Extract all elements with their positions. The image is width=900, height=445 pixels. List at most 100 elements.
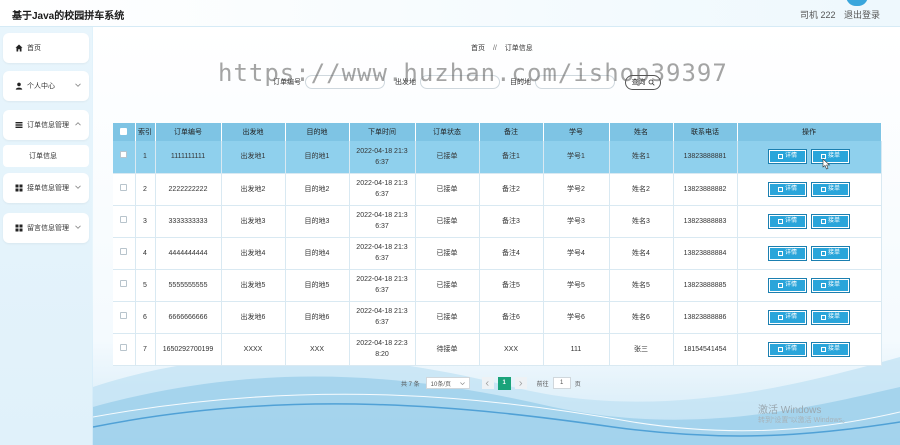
cell-remark: 备注1 <box>479 141 544 174</box>
logout-link[interactable]: 退出登录 <box>844 10 880 20</box>
detail-button[interactable]: 详情 <box>768 309 807 325</box>
row-checkbox[interactable] <box>120 151 128 159</box>
sidebar-item-profile[interactable]: 个人中心 <box>3 71 89 101</box>
detail-button-label: 详情 <box>784 249 797 256</box>
detail-button[interactable]: 详情 <box>768 277 807 293</box>
breadcrumb: 首页 // 订单信息 <box>471 43 533 53</box>
cell-status: 已接单 <box>415 173 480 206</box>
row-checkbox[interactable] <box>120 279 128 287</box>
row-checkbox[interactable] <box>120 343 128 351</box>
cell-status: 已接单 <box>415 301 480 334</box>
order-time-line1: 2022-04-18 21:3 <box>356 147 408 155</box>
cell-name: 姓名2 <box>609 173 674 206</box>
cell-actions: 详情 接单 <box>737 269 882 302</box>
table-row[interactable]: 7 1650292700199 XXXX XXX 2022-04-18 22:3 8:20… <box>113 333 882 366</box>
cell-status: 待接单 <box>415 333 480 366</box>
sidebar-subitem-order-info[interactable]: 订单信息 <box>3 145 89 167</box>
cell-time: 2022-04-18 21:3 6:37 <box>349 205 416 238</box>
cell-name: 姓名5 <box>609 269 674 302</box>
chevron-down-icon <box>75 185 81 189</box>
cell-index: 4 <box>135 237 156 270</box>
cell-status: 已接单 <box>415 269 480 302</box>
select-all-checkbox[interactable] <box>120 127 128 135</box>
sidebar-item-home[interactable]: 首页 <box>3 33 89 63</box>
table-row[interactable]: 4 4444444444 出发地4 目的地4 2022-04-18 21:3 6:37 已接… <box>113 237 882 270</box>
prev-page-button[interactable] <box>481 377 494 389</box>
cell-index: 2 <box>135 173 156 206</box>
row-checkbox[interactable] <box>120 183 128 191</box>
accept-button[interactable]: 接单 <box>811 245 850 261</box>
row-checkbox[interactable] <box>120 215 128 223</box>
current-user: 司机 222 <box>799 10 836 20</box>
page-number-current[interactable]: 1 <box>497 376 511 390</box>
detail-button[interactable]: 详情 <box>768 213 807 229</box>
detail-button[interactable]: 详情 <box>768 245 807 261</box>
cell-remark: 备注4 <box>479 237 544 270</box>
chevron-down-icon <box>75 225 81 229</box>
row-checkbox[interactable] <box>120 247 128 255</box>
cell-select <box>113 301 136 334</box>
chevron-right-icon <box>519 380 523 386</box>
cell-phone: 13823888882 <box>673 173 738 206</box>
accept-button[interactable]: 接单 <box>811 309 850 325</box>
cell-to: 目的地2 <box>285 173 350 206</box>
column-header: 目的地 <box>285 123 350 141</box>
order-time-line2: 6:37 <box>375 223 389 230</box>
list-icon <box>15 121 23 129</box>
cell-remark: XXX <box>479 333 544 366</box>
page-size-select[interactable]: 10条/页 <box>425 377 470 389</box>
detail-button[interactable]: 详情 <box>768 181 807 197</box>
detail-icon <box>777 314 783 320</box>
detail-button-label: 详情 <box>784 313 797 320</box>
order-time-line1: 2022-04-18 21:3 <box>356 244 408 251</box>
table-row[interactable]: 6 6666666666 出发地6 目的地6 2022-04-18 21:3 6:37 已接… <box>113 301 882 334</box>
detail-button-label: 详情 <box>784 281 797 288</box>
goto-page-input[interactable]: 1 <box>552 377 571 389</box>
cell-name: 张三 <box>609 333 674 366</box>
cell-actions: 详情 接单 <box>737 301 882 334</box>
table-row[interactable]: 1 1111111111 出发地1 目的地1 2022-04-18 21:3 6:37 已接… <box>113 141 882 174</box>
sidebar-item-accept-management[interactable]: 接单信息管理 <box>3 173 89 203</box>
accept-button[interactable]: 接单 <box>811 277 850 293</box>
accept-icon <box>820 314 826 320</box>
cell-select <box>113 173 136 206</box>
cell-from: 出发地1 <box>221 141 286 174</box>
accept-icon <box>820 250 826 256</box>
grid-icon <box>15 224 23 232</box>
accept-button-label: 接单 <box>827 313 840 320</box>
accept-button[interactable]: 接单 <box>811 181 850 197</box>
column-header: 学号 <box>543 123 610 141</box>
accept-button[interactable]: 接单 <box>811 213 850 229</box>
detail-button[interactable]: 详情 <box>768 341 807 357</box>
column-header: 联系电话 <box>673 123 738 141</box>
order-time-line1: 2022-04-18 21:3 <box>356 180 408 187</box>
url-watermark: https://www.huzhan.com/ishop39397 <box>218 59 728 87</box>
grid-icon <box>15 184 23 192</box>
cell-phone: 13823888885 <box>673 269 738 302</box>
breadcrumb-home[interactable]: 首页 <box>471 45 485 52</box>
cell-student-no: 学号2 <box>543 173 610 206</box>
cell-student-no: 学号1 <box>543 141 610 174</box>
sidebar-item-order-management[interactable]: 订单信息管理 <box>3 110 89 140</box>
detail-icon <box>777 282 783 288</box>
sidebar-item-message-management[interactable]: 留言信息管理 <box>3 213 89 243</box>
cell-remark: 备注5 <box>479 269 544 302</box>
cell-remark: 备注6 <box>479 301 544 334</box>
cell-order-no: 1650292700199 <box>155 333 222 366</box>
table-row[interactable]: 5 5555555555 出发地5 目的地5 2022-04-18 21:3 6:37 已接… <box>113 269 882 302</box>
cell-index: 3 <box>135 205 156 238</box>
row-checkbox[interactable] <box>120 311 128 319</box>
breadcrumb-separator: // <box>492 45 497 52</box>
header-select-all[interactable] <box>113 123 136 141</box>
detail-button-label: 详情 <box>784 185 797 192</box>
cell-phone: 18154541454 <box>673 333 738 366</box>
accept-icon <box>820 186 826 192</box>
accept-button[interactable]: 接单 <box>811 341 850 357</box>
cell-to: 目的地1 <box>285 141 350 174</box>
cell-phone: 13823888884 <box>673 237 738 270</box>
detail-button[interactable]: 详情 <box>768 149 807 165</box>
table-row[interactable]: 3 3333333333 出发地3 目的地3 2022-04-18 21:3 6:37 已接… <box>113 205 882 238</box>
next-page-button[interactable] <box>514 377 527 389</box>
cell-student-no: 学号6 <box>543 301 610 334</box>
table-row[interactable]: 2 2222222222 出发地2 目的地2 2022-04-18 21:3 6:37 已接… <box>113 173 882 206</box>
